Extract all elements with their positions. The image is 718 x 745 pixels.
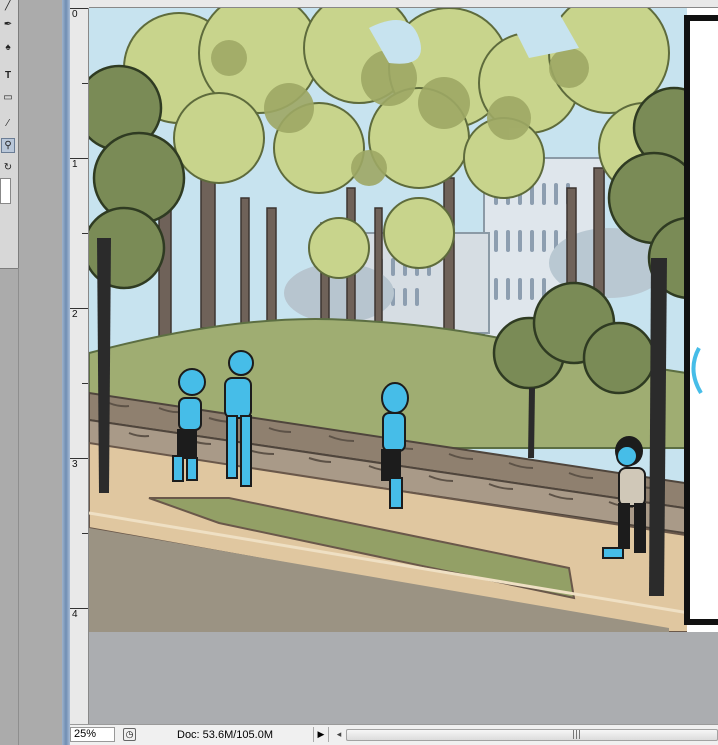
ruler-tick [70,608,88,609]
ruler-tick [82,83,88,84]
left-panel-edge [18,268,19,745]
scroll-grip-icon [573,730,582,739]
ruler-tick [70,308,88,309]
document-window-border [62,0,70,745]
document-canvas[interactable] [89,8,718,632]
ruler-label-1: 1 [72,159,78,170]
horizontal-scroll-thumb[interactable] [346,729,718,741]
dodge-tool-icon[interactable]: ♠ [1,40,15,55]
status-info-icon[interactable]: ◷ [123,728,136,741]
comic-panel-artwork [89,8,718,632]
status-menu-arrow-icon[interactable]: ▶ [313,727,329,742]
pen-tool-icon[interactable]: ✒ [1,17,15,32]
ruler-tick [82,233,88,234]
zoom-level-field[interactable]: 25% [70,727,115,742]
vertical-ruler: 0 1 2 3 4 [70,8,89,724]
horizontal-ruler [89,0,718,8]
ruler-label-4: 4 [72,609,78,620]
ruler-label-3: 3 [72,459,78,470]
tools-panel: ╱ ✒ ♠ T ▭ ⁄ ⚲ ↻ [0,0,19,269]
type-tool-icon[interactable]: T [1,68,15,83]
brush-tool-icon[interactable]: ╱ [1,0,15,13]
status-bar: 25% ◷ Doc: 53.6M/105.0M ▶ ◂ [70,724,718,745]
color-swatch[interactable] [0,178,11,204]
ruler-label-2: 2 [72,309,78,320]
ruler-tick [70,8,88,9]
ruler-tick [70,158,88,159]
zoom-tool-icon[interactable]: ⚲ [1,138,15,153]
pasteboard-area [89,632,718,724]
ruler-tick [82,383,88,384]
ruler-corner [70,0,89,8]
rotate-view-tool-icon[interactable]: ↻ [1,160,15,175]
scroll-left-arrow-icon[interactable]: ◂ [332,727,346,742]
eyedropper-tool-icon[interactable]: ⁄ [1,116,15,131]
document-size-info: Doc: 53.6M/105.0M [177,729,273,741]
ruler-tick [70,458,88,459]
ruler-tick [82,533,88,534]
ruler-label-0: 0 [72,9,78,20]
rectangle-tool-icon[interactable]: ▭ [1,90,15,105]
